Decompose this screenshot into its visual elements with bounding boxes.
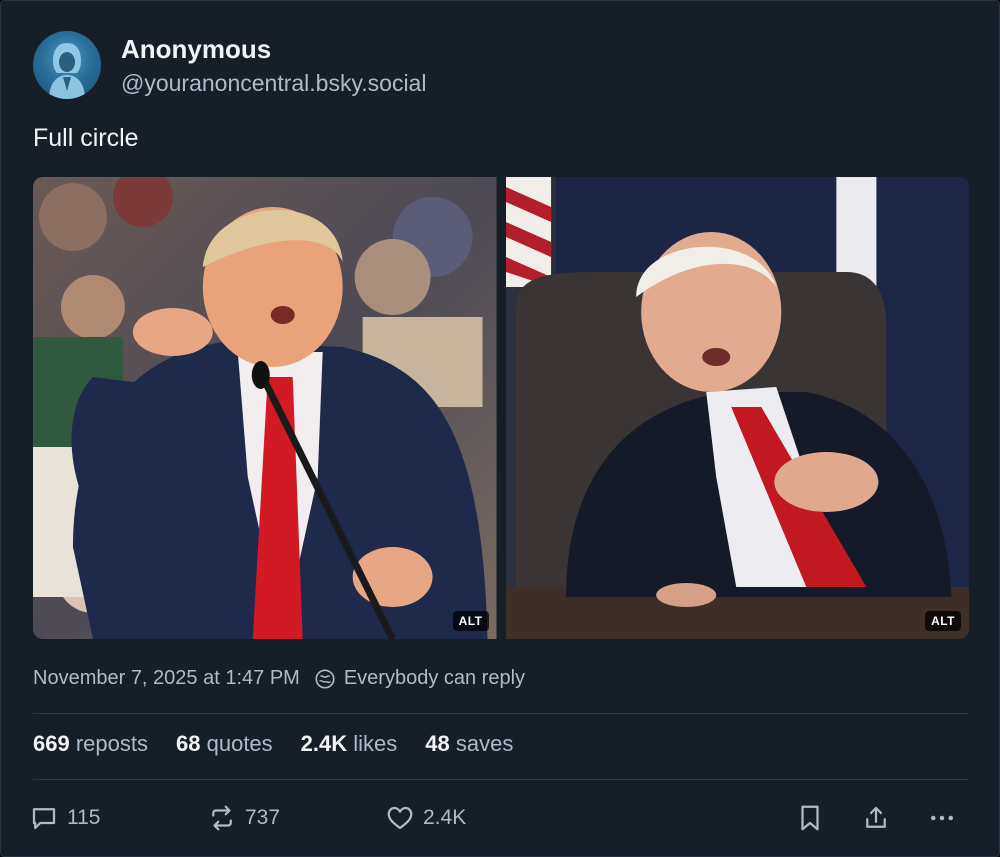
quotes-label: quotes	[206, 731, 273, 756]
post-timestamp[interactable]: November 7, 2025 at 1:47 PM	[33, 667, 300, 690]
more-options-button[interactable]	[927, 803, 965, 833]
post-header: Anonymous @youranoncentral.bsky.social	[33, 31, 426, 99]
saves-label: saves	[455, 731, 514, 756]
divider	[33, 713, 969, 714]
saves-count: 48	[425, 731, 450, 756]
repost-count: 737	[245, 806, 281, 829]
reposts-count: 669	[33, 731, 70, 756]
reply-button[interactable]: 115	[29, 803, 100, 833]
like-button[interactable]: 2.4K	[385, 803, 466, 833]
reposts-stat[interactable]: 669 reposts	[33, 731, 148, 757]
action-bar: 115 737 2.4K	[29, 803, 969, 839]
post-image-1[interactable]: ALT	[33, 177, 497, 639]
saves-stat[interactable]: 48 saves	[425, 731, 513, 757]
post-text: Full circle	[33, 124, 139, 152]
divider	[33, 779, 969, 780]
share-icon	[866, 806, 886, 828]
quotes-stat[interactable]: 68 quotes	[176, 731, 273, 757]
likes-label: likes	[353, 731, 398, 756]
likes-stat[interactable]: 2.4K likes	[301, 731, 398, 757]
quotes-count: 68	[176, 731, 201, 756]
image-gallery: ALT ALT	[33, 177, 969, 639]
alt-badge[interactable]: ALT	[452, 611, 489, 631]
repost-icon	[212, 805, 232, 831]
author-handle[interactable]: @youranoncentral.bsky.social	[121, 68, 426, 98]
alt-badge[interactable]: ALT	[925, 611, 961, 631]
post-meta: November 7, 2025 at 1:47 PM Everybody ca…	[33, 667, 525, 690]
globe-reply-icon	[315, 668, 335, 689]
share-button[interactable]	[861, 803, 899, 833]
engagement-stats: 669 reposts 68 quotes 2.4K likes 48 save…	[33, 731, 541, 757]
photo-seated-man	[505, 177, 969, 639]
reply-setting[interactable]: Everybody can reply	[344, 667, 525, 690]
hooded-figure-icon	[49, 43, 85, 99]
author-display-name[interactable]: Anonymous	[121, 32, 426, 66]
bookmark-button[interactable]	[795, 803, 833, 833]
author-names: Anonymous @youranoncentral.bsky.social	[121, 32, 426, 98]
comment-icon	[32, 808, 56, 830]
reply-count: 115	[67, 806, 101, 829]
repost-button[interactable]: 737	[207, 803, 280, 833]
post-image-2[interactable]: ALT	[505, 177, 969, 639]
reposts-label: reposts	[75, 731, 148, 756]
avatar[interactable]	[33, 31, 101, 99]
like-count: 2.4K	[423, 806, 467, 829]
likes-count: 2.4K	[300, 731, 348, 756]
post-card: Anonymous @youranoncentral.bsky.social F…	[0, 0, 1000, 857]
ellipsis-icon	[931, 815, 953, 821]
photo-rally-speaker	[33, 177, 497, 639]
bookmark-icon	[801, 805, 819, 831]
heart-icon	[387, 806, 413, 830]
